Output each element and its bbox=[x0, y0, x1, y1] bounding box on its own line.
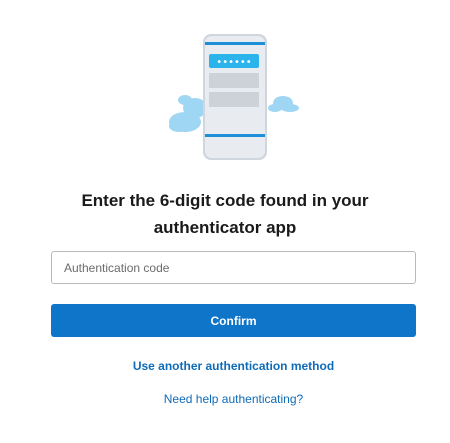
authentication-code-input[interactable] bbox=[51, 251, 416, 284]
confirm-button[interactable]: Confirm bbox=[51, 304, 416, 337]
cloud-icon bbox=[169, 95, 207, 132]
page-title: Enter the 6-digit code found in your aut… bbox=[30, 187, 420, 241]
page-title-line-1: Enter the 6-digit code found in your bbox=[81, 191, 369, 210]
page-title-line-2: authenticator app bbox=[153, 218, 297, 237]
code-mask: •••••• bbox=[216, 57, 251, 68]
use-another-method-link[interactable]: Use another authentication method bbox=[51, 359, 416, 373]
need-help-link[interactable]: Need help authenticating? bbox=[51, 392, 416, 406]
cloud-icon bbox=[268, 96, 299, 112]
phone-authenticator-icon: •••••• bbox=[169, 34, 299, 160]
